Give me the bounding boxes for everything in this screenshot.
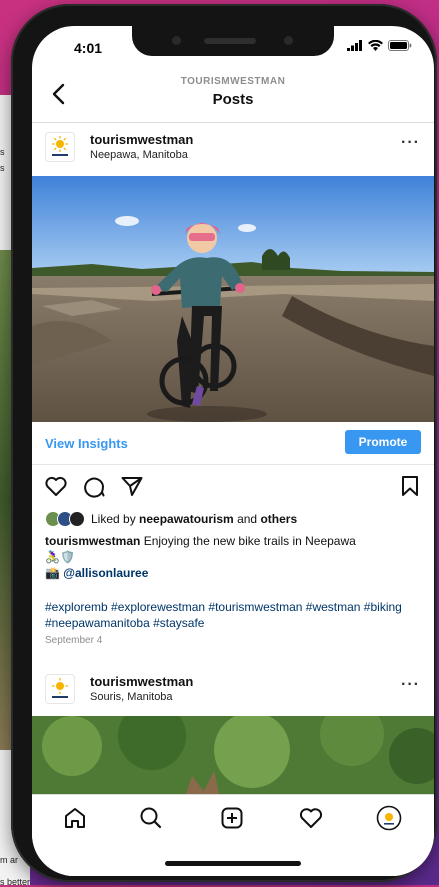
posts-header: TOURISMWESTMAN Posts xyxy=(32,70,434,123)
page-title: Posts xyxy=(212,91,254,108)
comment-icon[interactable] xyxy=(82,474,106,498)
sun-logo-icon xyxy=(52,678,68,698)
post-caption: tourismwestman Enjoying the new bike tra… xyxy=(45,533,423,581)
post-photo[interactable] xyxy=(32,716,434,806)
sensor xyxy=(172,36,181,45)
post-hashtags[interactable]: #exploremb #explorewestman #tourismwestm… xyxy=(45,599,425,631)
wifi-icon xyxy=(368,40,383,51)
background-text: s xyxy=(0,147,5,157)
home-icon[interactable] xyxy=(62,805,88,831)
signal-icon xyxy=(347,40,362,51)
like-heart-icon[interactable] xyxy=(44,474,68,498)
speaker-grille xyxy=(204,38,256,44)
front-camera xyxy=(284,36,293,45)
background-text: s better xyxy=(0,877,31,887)
bike-rider-photo xyxy=(32,176,434,422)
likes-summary[interactable]: Liked by neepawatourism and others xyxy=(45,510,297,528)
activity-heart-icon[interactable] xyxy=(298,805,324,831)
insights-bar: View Insights Promote xyxy=(32,422,434,465)
post-username[interactable]: tourismwestman xyxy=(90,132,193,147)
battery-icon xyxy=(388,40,412,51)
post-username[interactable]: tourismwestman xyxy=(90,674,193,689)
caption-text: Enjoying the new bike trails in Neepawa xyxy=(140,534,356,548)
phone-notch xyxy=(132,26,334,56)
photo-credit-mention[interactable]: @allisonlauree xyxy=(63,566,148,580)
camera-emoji: 📸 xyxy=(45,566,60,580)
post-location[interactable]: Neepawa, Manitoba xyxy=(90,149,188,161)
caption-username[interactable]: tourismwestman xyxy=(45,534,140,548)
bottom-nav xyxy=(32,794,434,876)
view-insights-link[interactable]: View Insights xyxy=(45,436,128,451)
promote-button[interactable]: Promote xyxy=(345,430,421,454)
more-options-icon[interactable]: ··· xyxy=(401,676,420,694)
account-label: TOURISMWESTMAN xyxy=(180,76,286,87)
profile-avatar[interactable] xyxy=(376,805,402,831)
background-text: m ar xyxy=(0,855,18,865)
background-text: s xyxy=(0,163,5,173)
post-header: tourismwestman Souris, Manitoba ··· xyxy=(32,666,434,712)
more-options-icon[interactable]: ··· xyxy=(401,134,420,152)
save-bookmark-icon[interactable] xyxy=(398,474,422,498)
liked-by-user: neepawatourism xyxy=(139,512,234,526)
caption-emoji: 🚴‍♀️🛡️ xyxy=(45,550,75,564)
liker-avatar xyxy=(69,511,85,527)
post-location[interactable]: Souris, Manitoba xyxy=(90,691,173,703)
search-icon[interactable] xyxy=(138,805,164,831)
avatar[interactable] xyxy=(45,674,75,704)
sun-logo-icon xyxy=(52,136,68,156)
post-date: September 4 xyxy=(45,635,103,646)
post-photo[interactable] xyxy=(32,176,434,422)
status-time: 4:01 xyxy=(74,40,103,56)
liked-by-others: others xyxy=(260,512,298,526)
phone-frame: 4:01 TOURISMWESTMAN Posts tourismwestman… xyxy=(11,4,437,882)
avatar[interactable] xyxy=(45,132,75,162)
status-icons xyxy=(347,40,412,51)
home-indicator[interactable] xyxy=(165,861,301,866)
likes-text: Liked by neepawatourism and others xyxy=(91,512,298,526)
share-icon[interactable] xyxy=(120,474,144,498)
phone-screen: 4:01 TOURISMWESTMAN Posts tourismwestman… xyxy=(32,26,434,876)
forest-photo xyxy=(32,716,434,806)
post-header: tourismwestman Neepawa, Manitoba ··· xyxy=(32,124,434,170)
add-post-icon[interactable] xyxy=(219,805,245,831)
post-actions xyxy=(32,474,434,502)
